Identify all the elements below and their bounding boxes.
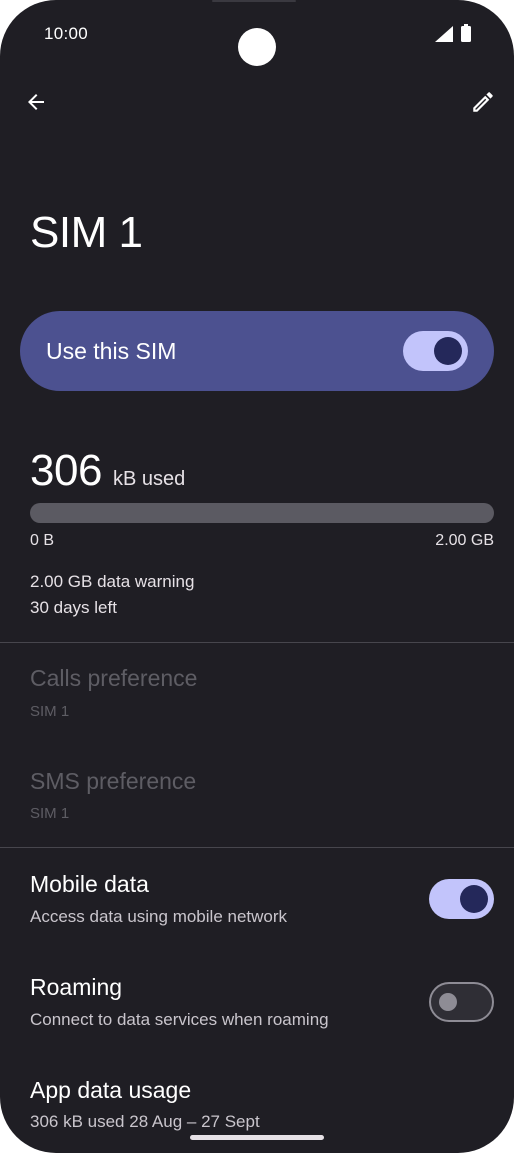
use-this-sim-switch[interactable] bbox=[403, 331, 468, 371]
data-warning-text: 2.00 GB data warning bbox=[30, 572, 195, 591]
sms-preference-title: SMS preference bbox=[30, 768, 197, 794]
app-data-usage-item[interactable]: App data usage 306 kB used 28 Aug – 27 S… bbox=[0, 1077, 514, 1137]
status-bar: 10:00 bbox=[0, 0, 514, 68]
app-data-usage-subtitle: 306 kB used 28 Aug – 27 Sept bbox=[30, 1112, 260, 1131]
calls-preference-item[interactable]: Calls preference SIM 1 bbox=[0, 665, 514, 765]
use-this-sim-card[interactable]: Use this SIM bbox=[20, 311, 494, 391]
days-left-text: 30 days left bbox=[30, 598, 117, 617]
switch-thumb bbox=[460, 885, 488, 913]
roaming-item[interactable]: Roaming Connect to data services when ro… bbox=[0, 974, 514, 1074]
data-usage-unit: kB used bbox=[113, 468, 186, 490]
front-camera-cutout bbox=[238, 28, 276, 66]
pencil-icon bbox=[473, 92, 493, 112]
app-data-usage-title: App data usage bbox=[30, 1077, 192, 1103]
section-divider bbox=[0, 642, 514, 643]
data-usage-progress-bar bbox=[30, 503, 494, 523]
back-button[interactable] bbox=[16, 82, 56, 122]
switch-thumb bbox=[434, 337, 462, 365]
use-this-sim-label: Use this SIM bbox=[46, 338, 177, 364]
switch-thumb bbox=[439, 993, 457, 1011]
usage-range-max: 2.00 GB bbox=[435, 532, 494, 549]
mobile-data-item[interactable]: Mobile data Access data using mobile net… bbox=[0, 871, 514, 971]
status-time: 10:00 bbox=[44, 24, 89, 43]
mobile-data-subtitle: Access data using mobile network bbox=[30, 907, 288, 926]
roaming-switch[interactable] bbox=[429, 982, 494, 1022]
signal-icon bbox=[435, 26, 453, 42]
calls-preference-title: Calls preference bbox=[30, 665, 198, 691]
section-divider bbox=[0, 847, 514, 848]
arrow-back-icon bbox=[28, 94, 44, 110]
sms-preference-value: SIM 1 bbox=[30, 805, 70, 822]
usage-range-min: 0 B bbox=[30, 532, 55, 549]
roaming-subtitle: Connect to data services when roaming bbox=[30, 1010, 329, 1029]
edit-button[interactable] bbox=[463, 82, 503, 122]
mobile-data-title: Mobile data bbox=[30, 871, 149, 897]
app-bar bbox=[0, 78, 514, 126]
calls-preference-value: SIM 1 bbox=[30, 703, 70, 720]
page-title: SIM 1 bbox=[30, 208, 143, 257]
sms-preference-item[interactable]: SMS preference SIM 1 bbox=[0, 768, 514, 868]
mobile-data-switch[interactable] bbox=[429, 879, 494, 919]
roaming-title: Roaming bbox=[30, 974, 123, 1000]
phone-screen: 10:00 SIM 1 Use this SIM 306 kB used 0 B… bbox=[0, 0, 514, 1153]
home-indicator[interactable] bbox=[190, 1135, 324, 1140]
battery-icon bbox=[461, 24, 471, 42]
data-usage-amount: 306 bbox=[30, 446, 102, 495]
